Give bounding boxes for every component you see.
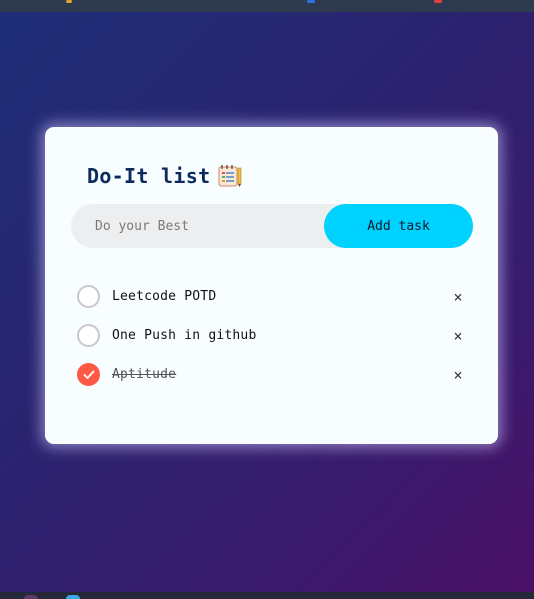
task-label: One Push in github xyxy=(112,328,257,343)
list-item[interactable]: One Push in github × xyxy=(77,316,467,355)
page-title: Do-It list xyxy=(87,164,211,188)
task-label: Leetcode POTD xyxy=(112,289,217,304)
list-item[interactable]: Leetcode POTD × xyxy=(77,277,467,316)
tab-indicator-icon xyxy=(307,0,315,3)
todo-card: Do-It list Add task Leetcod xyxy=(45,127,498,444)
task-input-row: Add task xyxy=(71,204,473,248)
delete-task-button[interactable]: × xyxy=(449,366,467,384)
add-task-button[interactable]: Add task xyxy=(324,204,473,248)
taskbar-strip xyxy=(0,592,534,599)
tab-indicator-icon xyxy=(66,0,72,3)
notepad-icon xyxy=(218,165,242,187)
taskbar-app-icon[interactable] xyxy=(24,595,38,599)
unchecked-circle-icon[interactable] xyxy=(77,285,100,308)
unchecked-circle-icon[interactable] xyxy=(77,324,100,347)
checkmark-icon xyxy=(83,370,94,379)
delete-task-button[interactable]: × xyxy=(449,327,467,345)
title-row: Do-It list xyxy=(87,163,242,189)
checked-circle-icon[interactable] xyxy=(77,363,100,386)
tab-indicator-icon xyxy=(434,0,442,3)
task-input[interactable] xyxy=(71,204,331,248)
browser-top-strip xyxy=(0,0,534,12)
list-item[interactable]: Aptitude × xyxy=(77,355,467,394)
delete-task-button[interactable]: × xyxy=(449,288,467,306)
task-label: Aptitude xyxy=(112,367,177,382)
task-list: Leetcode POTD × One Push in github × Apt… xyxy=(77,277,467,394)
taskbar-app-icon[interactable] xyxy=(66,595,80,599)
